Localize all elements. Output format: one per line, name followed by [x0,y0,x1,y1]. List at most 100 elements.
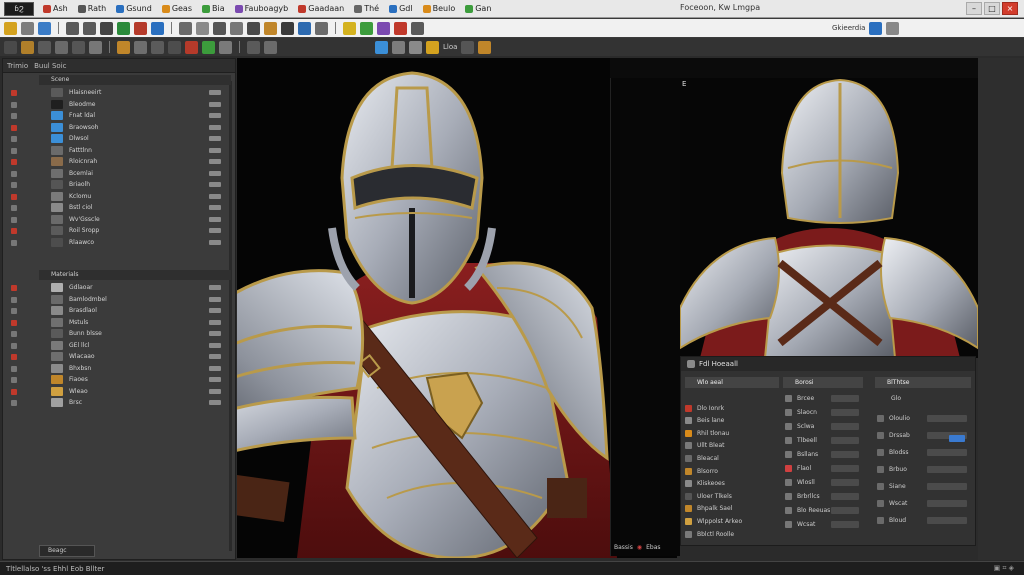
modifier-slider[interactable] [831,507,859,514]
layer-lock-icon[interactable] [11,228,17,234]
close-button[interactable]: × [1002,2,1018,15]
render-setup-icon[interactable] [281,21,294,35]
visibility-toggle-icon[interactable] [209,136,221,141]
layer-lock-icon[interactable] [11,101,17,108]
layer-lock-icon[interactable] [11,216,17,223]
modifier-row[interactable]: Wcsat [785,519,815,529]
minimize-button[interactable]: – [966,2,982,15]
layer-lock-icon[interactable] [11,147,17,154]
outliner-row[interactable]: Dlwsol [39,133,231,144]
search-icon[interactable] [869,21,883,35]
layer-lock-icon[interactable] [11,124,17,131]
menu-item-8[interactable]: Gdl [384,4,418,13]
outliner-row[interactable]: Rlaawco [39,237,231,248]
save-icon[interactable] [38,21,51,35]
layer-lock-icon[interactable] [11,205,17,211]
setting-input[interactable] [927,449,967,456]
mask-icon[interactable] [168,40,181,54]
smooth-icon[interactable] [151,40,164,54]
rotate-icon[interactable] [134,21,147,35]
snap-icon[interactable] [179,21,192,35]
outliner-row[interactable]: Roil Sropp [39,225,231,236]
menu-item-2[interactable]: Gsund [111,4,157,13]
modifier-row[interactable]: Wlosll [785,477,815,487]
back-view-viewport[interactable] [680,78,978,358]
visibility-toggle-icon[interactable] [209,124,221,130]
menu-item-1[interactable]: Rath [73,4,112,13]
layer-lock-icon[interactable] [11,170,17,177]
setting-row[interactable]: Brbuo [877,464,907,474]
modifier-slider[interactable] [831,479,859,486]
modifier-slider[interactable] [831,395,859,402]
hierarchy-icon[interactable] [375,40,388,54]
visibility-toggle-icon[interactable] [209,147,221,153]
visibility-toggle-icon[interactable] [209,400,221,405]
outliner-row[interactable]: Bhxbsn [39,363,231,374]
render-icon[interactable] [298,21,311,35]
visibility-toggle-icon[interactable] [209,319,221,325]
visibility-toggle-icon[interactable] [209,182,221,187]
outliner-row[interactable]: Hlaisneeirt [39,87,231,98]
setting-input[interactable] [927,415,967,422]
outliner-row[interactable]: Bunn blsse [39,328,231,339]
outliner-row[interactable]: Wlacaao [39,351,231,362]
menu-item-0[interactable]: Ash [38,4,73,13]
menu-item-9[interactable]: Beulo [418,4,461,13]
light-icon[interactable] [343,21,356,35]
menu-item-5[interactable]: Fauboagyb [230,4,294,13]
visibility-toggle-icon[interactable] [209,296,221,302]
align-icon[interactable] [213,21,226,35]
layer-lock-icon[interactable] [11,296,17,303]
setting-row[interactable]: Blodss [877,447,909,457]
visibility-toggle-icon[interactable] [209,193,221,199]
visibility-toggle-icon[interactable] [209,308,221,313]
outliner-row[interactable]: Rloicnrah [39,156,231,167]
property-row[interactable]: Bblctl Roolle [685,529,734,539]
modifier-row[interactable]: Slaocn [785,407,817,417]
pivot-icon[interactable] [72,40,85,54]
property-row[interactable]: Blsorro [685,466,718,476]
modifier-icon[interactable] [377,21,390,35]
setting-input[interactable] [927,500,967,507]
material-icon[interactable] [264,21,277,35]
outliner-row[interactable]: Braowsoh [39,122,231,133]
setting-row[interactable]: Oloulio [877,413,910,423]
visibility-toggle-icon[interactable] [209,388,221,394]
outliner-row[interactable]: Fnat ldal [39,110,231,121]
layer-lock-icon[interactable] [11,354,17,360]
new-icon[interactable] [4,21,17,35]
property-row[interactable]: Bleacal [685,453,719,463]
layer-lock-icon[interactable] [11,319,17,326]
isolate-icon[interactable] [89,40,102,54]
property-row[interactable]: Kliskeoes [685,479,725,489]
visibility-toggle-icon[interactable] [209,239,221,245]
modifier-row[interactable]: Bsllans [785,449,818,459]
app-logo[interactable]: ɓϨ [4,1,34,16]
maximize-button[interactable]: □ [984,2,1000,15]
visibility-toggle-icon[interactable] [209,331,221,336]
layer-lock-icon[interactable] [11,136,17,142]
open-icon[interactable] [21,21,34,35]
modifier-slider[interactable] [831,423,859,430]
visibility-toggle-icon[interactable] [209,377,221,382]
menu-item-4[interactable]: Bia [197,4,230,13]
viewport-tool-a[interactable]: Bassis [614,544,633,551]
props-column-header[interactable]: BlThtse [875,377,971,388]
modifier-slider[interactable] [831,437,859,444]
uv-icon[interactable] [202,40,215,54]
layer-lock-icon[interactable] [11,331,17,337]
layer-lock-icon[interactable] [11,308,17,314]
menu-item-3[interactable]: Geas [157,4,197,13]
modifier-slider[interactable] [831,521,859,528]
bake-icon[interactable] [219,40,232,54]
outliner-tab-secondary[interactable]: Buul Soic [34,62,66,70]
outliner-row[interactable]: Bamlodmbel [39,294,231,305]
scale-icon[interactable] [151,21,164,35]
visibility-toggle-icon[interactable] [209,101,221,107]
layer-lock-icon[interactable] [11,193,17,200]
setting-row[interactable]: Wscat [877,498,907,508]
property-row[interactable]: Rhil tlonau [685,428,729,438]
visibility-toggle-icon[interactable] [209,205,221,210]
outliner-row[interactable]: Bstl ciol [39,202,231,213]
modifier-row[interactable]: Brcee [785,393,814,403]
